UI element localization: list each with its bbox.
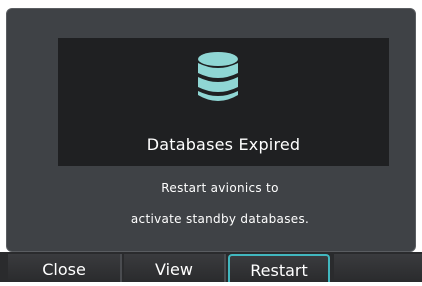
dialog-message-line1: Restart avionics to [161, 181, 279, 195]
restart-button[interactable]: Restart [228, 254, 330, 282]
softkey-divider [224, 254, 226, 282]
dialog-message-line2: activate standby databases. [130, 212, 310, 226]
database-icon [198, 52, 238, 101]
blank-softkey[interactable] [334, 254, 422, 282]
view-button[interactable]: View [124, 254, 224, 282]
dialog-title: Databases Expired [146, 135, 301, 154]
avionics-display: Databases Expired Restart avionics to ac… [0, 0, 422, 282]
softkey-divider [120, 254, 122, 282]
close-button[interactable]: Close [8, 254, 120, 282]
